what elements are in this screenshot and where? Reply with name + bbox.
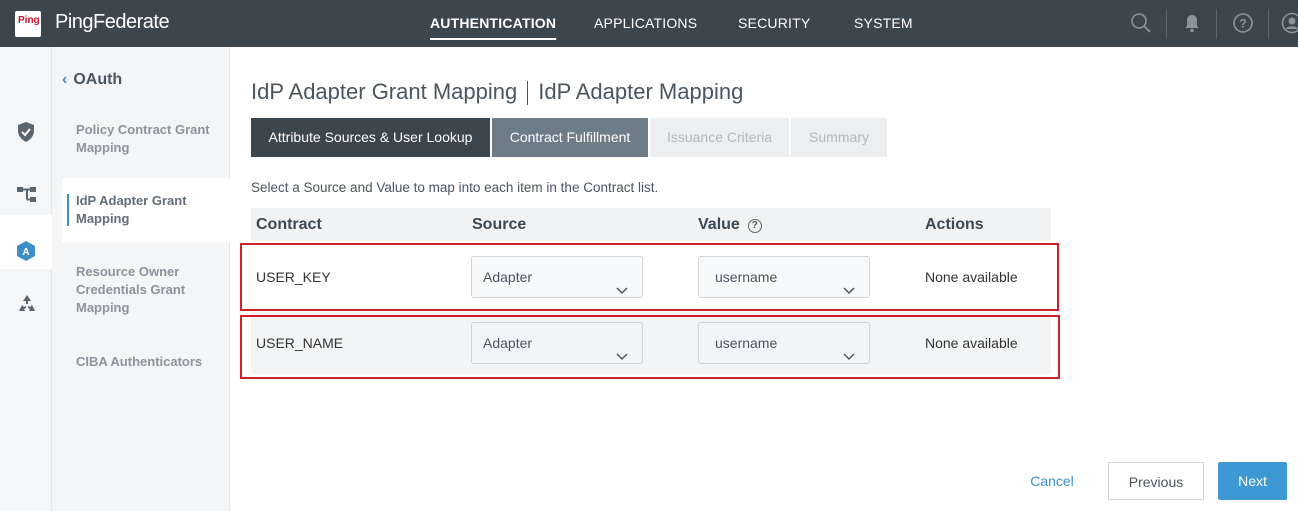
divider xyxy=(1216,9,1217,39)
header-contract: Contract xyxy=(256,216,322,233)
subnav-item-ciba-authenticators[interactable]: CIBA Authenticators xyxy=(62,353,230,371)
help-circle-icon[interactable]: ? xyxy=(1232,12,1254,34)
divider xyxy=(1268,9,1269,39)
svg-text:A: A xyxy=(22,247,29,258)
tab-attribute-sources[interactable]: Attribute Sources & User Lookup xyxy=(251,118,490,157)
chevron-left-icon: ‹ xyxy=(62,71,68,88)
nav-applications[interactable]: APPLICATIONS xyxy=(594,0,697,47)
page-subtitle: IdP Adapter Mapping xyxy=(538,79,744,104)
logo-text: Ping xyxy=(18,15,40,26)
cancel-button[interactable]: Cancel xyxy=(1022,462,1082,500)
tab-issuance-criteria: Issuance Criteria xyxy=(650,118,789,157)
header-value-label: Value xyxy=(698,216,740,233)
bell-icon[interactable] xyxy=(1181,12,1203,34)
table-header: Contract Source Value? Actions xyxy=(251,208,1051,241)
title-divider xyxy=(527,81,529,106)
product-name: PingFederate xyxy=(55,11,170,33)
icon-rail: A xyxy=(0,47,52,511)
nav-system[interactable]: SYSTEM xyxy=(854,0,913,47)
instructions-text: Select a Source and Value to map into ea… xyxy=(251,180,659,195)
page-title: IdP Adapter Grant Mapping IdP Adapter Map… xyxy=(251,79,743,109)
rail-item-integration[interactable] xyxy=(0,175,52,215)
rail-item-oauth[interactable]: A xyxy=(0,230,52,270)
nav-security[interactable]: SECURITY xyxy=(738,0,810,47)
highlight-box xyxy=(240,315,1060,379)
previous-button[interactable]: Previous xyxy=(1108,462,1204,500)
back-label: OAuth xyxy=(73,71,123,88)
back-link[interactable]: ‹ OAuth xyxy=(62,71,122,89)
subnav-item-idp-adapter-grant-mapping[interactable]: IdP Adapter Grant Mapping xyxy=(62,178,230,242)
header-source: Source xyxy=(472,216,527,233)
svg-text:?: ? xyxy=(1239,17,1246,31)
highlight-box xyxy=(240,243,1059,311)
next-button[interactable]: Next xyxy=(1218,462,1287,500)
user-icon[interactable] xyxy=(1281,12,1298,34)
header-actions: Actions xyxy=(925,216,984,233)
subnav-item-label: IdP Adapter Grant Mapping xyxy=(76,193,187,226)
rail-item-authentication-policies[interactable] xyxy=(0,111,52,151)
tab-contract-fulfillment[interactable]: Contract Fulfillment xyxy=(492,118,648,157)
subnav-item-policy-contract-grant-mapping[interactable]: Policy Contract Grant Mapping xyxy=(62,121,230,157)
top-bar: Ping PingFederate AUTHENTICATION APPLICA… xyxy=(0,0,1298,47)
subnav-item-resource-owner-credentials[interactable]: Resource Owner Credentials Grant Mapping xyxy=(62,263,230,317)
tab-summary: Summary xyxy=(791,118,887,157)
rail-item-token-exchange[interactable] xyxy=(0,283,52,323)
ping-logo[interactable]: Ping xyxy=(15,11,41,37)
nav-authentication[interactable]: AUTHENTICATION xyxy=(430,0,556,47)
secondary-nav: ‹ OAuth Policy Contract Grant Mapping IdP… xyxy=(52,47,230,511)
header-value: Value? xyxy=(698,216,762,234)
divider xyxy=(1166,9,1167,39)
help-circle-icon[interactable]: ? xyxy=(747,219,762,233)
page-title-text: IdP Adapter Grant Mapping xyxy=(251,79,518,104)
search-icon[interactable] xyxy=(1130,12,1152,34)
